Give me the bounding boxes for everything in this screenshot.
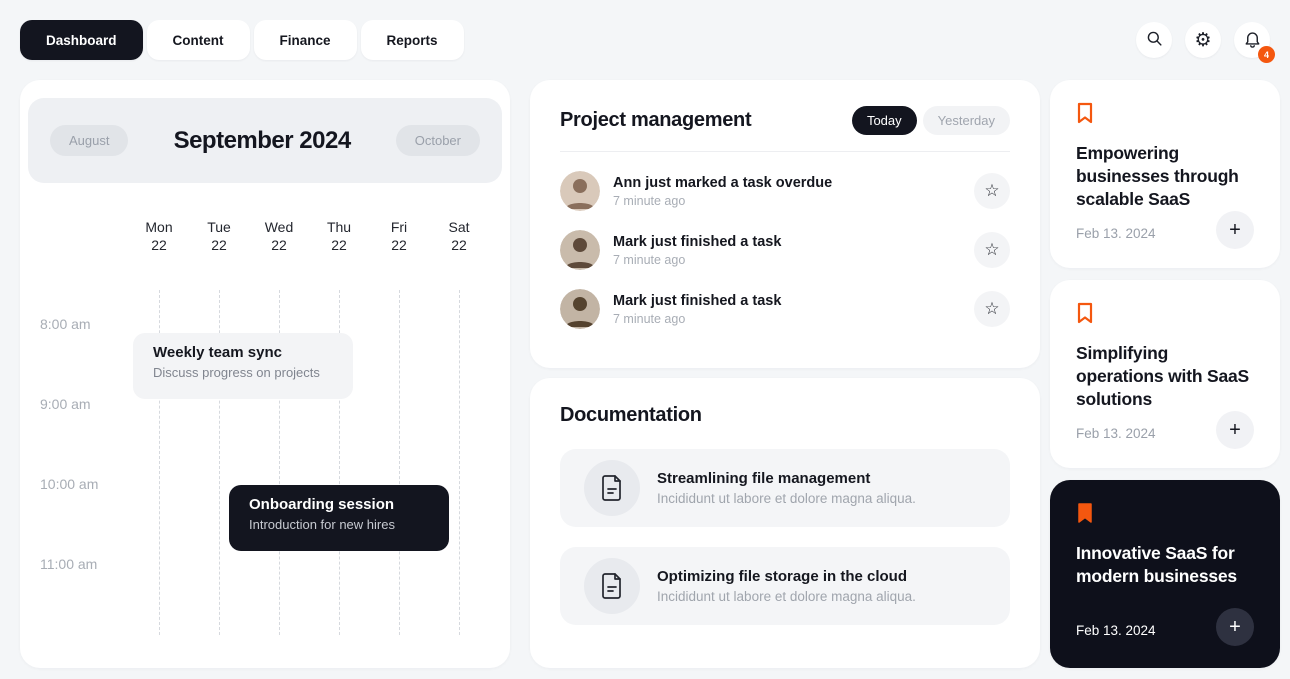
tab-reports[interactable]: Reports: [361, 20, 464, 60]
star-icon: ☆: [984, 299, 999, 319]
article-date: Feb 13. 2024: [1076, 623, 1156, 638]
avatar: [560, 171, 600, 211]
event-subtitle: Discuss progress on projects: [153, 365, 333, 380]
grid-line: [399, 290, 400, 635]
doc-subtitle: Incididunt ut labore et dolore magna ali…: [657, 491, 916, 506]
notifications-button[interactable]: 4: [1234, 22, 1270, 58]
settings-button[interactable]: ⚙: [1185, 22, 1221, 58]
top-navigation: Dashboard Content Finance Reports ⚙ 4: [0, 0, 1290, 80]
activity-time: 7 minute ago: [613, 312, 974, 326]
avatar: [560, 289, 600, 329]
calendar-event-weekly-sync[interactable]: Weekly team sync Discuss progress on pro…: [133, 333, 353, 399]
star-icon: ☆: [984, 181, 999, 201]
doc-title: Optimizing file storage in the cloud: [657, 568, 916, 585]
search-icon: [1145, 29, 1164, 51]
activity-title: Mark just finished a task: [613, 234, 974, 250]
doc-item-file-storage[interactable]: Optimizing file storage in the cloud Inc…: [560, 547, 1010, 625]
bookmark-icon: [1076, 502, 1254, 529]
bell-icon: [1243, 29, 1262, 52]
event-title: Weekly team sync: [153, 344, 333, 361]
main-content: August September 2024 October Mon22 Tue2…: [0, 80, 1290, 668]
documentation-card: Documentation Streamlining file manageme…: [530, 378, 1040, 668]
grid-line: [459, 290, 460, 635]
article-title: Simplifying operations with SaaS solutio…: [1076, 342, 1254, 411]
bookmark-icon: [1076, 302, 1254, 329]
day-filter: Today Yesterday: [852, 106, 1010, 135]
tab-finance[interactable]: Finance: [254, 20, 357, 60]
article-title: Innovative SaaS for modern businesses: [1076, 542, 1254, 588]
search-button[interactable]: [1136, 22, 1172, 58]
bookmark-icon: [1076, 102, 1254, 129]
activity-row: Mark just finished a task 7 minute ago ☆: [560, 289, 1010, 329]
filter-yesterday[interactable]: Yesterday: [923, 106, 1010, 135]
doc-subtitle: Incididunt ut labore et dolore magna ali…: [657, 589, 916, 604]
file-icon: [584, 558, 640, 614]
middle-column: Project management Today Yesterday Ann j…: [530, 80, 1040, 668]
activity-title: Mark just finished a task: [613, 293, 974, 309]
favorite-button[interactable]: ☆: [974, 232, 1010, 268]
article-title: Empowering businesses through scalable S…: [1076, 142, 1254, 211]
avatar: [560, 230, 600, 270]
article-date: Feb 13. 2024: [1076, 226, 1156, 241]
activity-row: Ann just marked a task overdue 7 minute …: [560, 171, 1010, 211]
nav-tabs: Dashboard Content Finance Reports: [20, 20, 464, 60]
calendar-card: August September 2024 October Mon22 Tue2…: [20, 80, 510, 668]
day-header-sat: Sat22: [429, 218, 489, 254]
project-management-title: Project management: [560, 109, 751, 132]
documentation-title: Documentation: [560, 404, 1010, 427]
doc-item-file-management[interactable]: Streamlining file management Incididunt …: [560, 449, 1010, 527]
star-icon: ☆: [984, 240, 999, 260]
calendar-event-onboarding[interactable]: Onboarding session Introduction for new …: [229, 485, 449, 551]
topbar-actions: ⚙ 4: [1136, 22, 1270, 58]
plus-icon: +: [1229, 616, 1241, 638]
project-management-card: Project management Today Yesterday Ann j…: [530, 80, 1040, 368]
divider: [560, 151, 1010, 152]
plus-icon: +: [1229, 219, 1241, 241]
add-article-button[interactable]: +: [1216, 608, 1254, 646]
filter-today[interactable]: Today: [852, 106, 917, 135]
article-card-simplifying[interactable]: Simplifying operations with SaaS solutio…: [1050, 280, 1280, 468]
article-date: Feb 13. 2024: [1076, 426, 1156, 441]
calendar-header: August September 2024 October: [28, 98, 502, 183]
articles-column: Empowering businesses through scalable S…: [1050, 80, 1280, 668]
time-label: 9:00 am: [40, 396, 91, 412]
file-icon: [584, 460, 640, 516]
add-article-button[interactable]: +: [1216, 211, 1254, 249]
notification-badge: 4: [1258, 46, 1275, 63]
article-card-innovative[interactable]: Innovative SaaS for modern businesses Fe…: [1050, 480, 1280, 668]
activity-time: 7 minute ago: [613, 253, 974, 267]
article-card-empowering[interactable]: Empowering businesses through scalable S…: [1050, 80, 1280, 268]
tab-content[interactable]: Content: [147, 20, 250, 60]
time-label: 8:00 am: [40, 316, 91, 332]
favorite-button[interactable]: ☆: [974, 291, 1010, 327]
prev-month-button[interactable]: August: [50, 125, 128, 156]
next-month-button[interactable]: October: [396, 125, 480, 156]
calendar-title: September 2024: [174, 127, 351, 155]
doc-title: Streamlining file management: [657, 470, 916, 487]
day-header-wed: Wed22: [249, 218, 309, 254]
add-article-button[interactable]: +: [1216, 411, 1254, 449]
day-header-mon: Mon22: [129, 218, 189, 254]
event-title: Onboarding session: [249, 496, 429, 513]
activity-time: 7 minute ago: [613, 194, 974, 208]
gear-icon: ⚙: [1194, 31, 1211, 50]
activity-row: Mark just finished a task 7 minute ago ☆: [560, 230, 1010, 270]
day-header-thu: Thu22: [309, 218, 369, 254]
time-label: 10:00 am: [40, 476, 98, 492]
tab-dashboard[interactable]: Dashboard: [20, 20, 143, 60]
event-subtitle: Introduction for new hires: [249, 517, 429, 532]
day-header-fri: Fri22: [369, 218, 429, 254]
favorite-button[interactable]: ☆: [974, 173, 1010, 209]
plus-icon: +: [1229, 419, 1241, 441]
day-header-tue: Tue22: [189, 218, 249, 254]
activity-title: Ann just marked a task overdue: [613, 175, 974, 191]
time-label: 11:00 am: [40, 556, 97, 572]
